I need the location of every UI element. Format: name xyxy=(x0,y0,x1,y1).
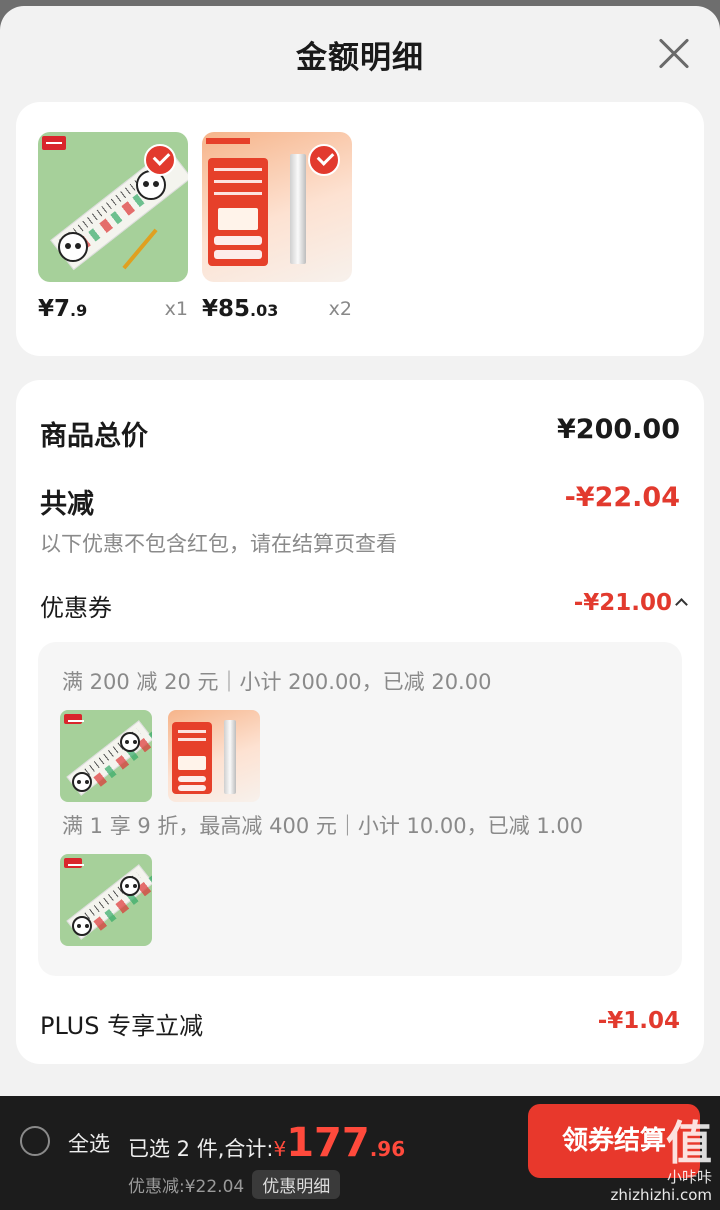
chevron-up-icon[interactable] xyxy=(675,598,688,611)
reduce-label: 共减 xyxy=(40,489,94,520)
price-detail-card: 商品总价 ¥200.00 共减 -¥22.04 以下优惠不包含红包，请在结算页查… xyxy=(16,380,704,1064)
sheet-header: 金额明细 xyxy=(0,6,720,102)
sheet-title: 金额明细 xyxy=(296,40,424,76)
selected-check-icon[interactable] xyxy=(144,144,176,176)
product-image-ram xyxy=(202,132,352,282)
select-all-label[interactable]: 全选 xyxy=(68,1128,110,1158)
product-item[interactable]: ¥85.03 x2 xyxy=(202,132,352,322)
discount-text: 优惠减:¥22.04 xyxy=(128,1177,245,1197)
selected-check-icon[interactable] xyxy=(308,144,340,176)
watermark-tag: 小咔咔 xyxy=(666,1168,712,1186)
pencil-illustration xyxy=(122,228,158,270)
coupon-product-thumb xyxy=(60,710,152,802)
product-card: ¥7.9 x1 ¥85.03 x2 xyxy=(16,102,704,356)
coupon-label: 优惠券 xyxy=(40,594,112,622)
plus-discount-value: -¥1.04 xyxy=(597,1008,680,1034)
coupon-product-thumb xyxy=(168,710,260,802)
ram-promo-label xyxy=(208,158,268,266)
total-price-value: ¥200.00 xyxy=(557,414,680,445)
total-price-label: 商品总价 xyxy=(40,421,148,452)
product-qty: x2 xyxy=(328,298,352,320)
brand-logo xyxy=(206,138,250,144)
close-icon[interactable] xyxy=(658,38,690,70)
product-qty: x1 xyxy=(164,298,188,320)
coupon-row[interactable]: 优惠券 -¥21.00 xyxy=(40,588,688,623)
coupon-product-thumb xyxy=(60,854,152,946)
selected-count-text: 已选 2 件,合计: xyxy=(128,1137,274,1161)
total-summary: 已选 2 件,合计:¥177.96 xyxy=(128,1120,405,1166)
plus-discount-row: PLUS 专享立减 -¥1.04 xyxy=(40,1006,680,1041)
discount-detail-button[interactable]: 优惠明细 xyxy=(252,1170,341,1199)
total-currency: ¥ xyxy=(273,1137,287,1161)
total-amount-int: 177 xyxy=(286,1120,370,1166)
ram-stick-illustration xyxy=(290,154,306,264)
total-amount-dec: .96 xyxy=(369,1137,406,1161)
plus-discount-label: PLUS 专享立减 xyxy=(40,1012,204,1040)
coupon-value: -¥21.00 xyxy=(573,590,672,616)
amount-detail-sheet: 金额明细 ¥7.9 x1 ¥85.03 x2 商品总价 ¥200.00 共减 -… xyxy=(0,6,720,1096)
reduce-note: 以下优惠不包含红包，请在结算页查看 xyxy=(40,532,397,556)
product-item[interactable]: ¥7.9 x1 xyxy=(38,132,188,322)
watermark-site: zhizhizhi.com xyxy=(610,1186,712,1204)
coupon-rule-text: 满 200 减 20 元｜小计 200.00，已减 20.00 xyxy=(62,670,492,694)
coupon-rule-text: 满 1 享 9 折，最高减 400 元｜小计 10.00，已减 1.00 xyxy=(62,814,584,838)
product-price: ¥7.9 xyxy=(38,296,88,322)
reduce-value: -¥22.04 xyxy=(564,482,680,513)
watermark: 值 小咔咔 zhizhizhi.com xyxy=(611,1118,712,1204)
total-price-row: 商品总价 ¥200.00 xyxy=(40,414,680,453)
product-image-ruler xyxy=(38,132,188,282)
checkout-bar: 全选 已选 2 件,合计:¥177.96 优惠减:¥22.04 优惠明细 领券结算… xyxy=(0,1096,720,1210)
select-all-radio[interactable] xyxy=(20,1126,50,1156)
coupon-detail-box: 满 200 减 20 元｜小计 200.00，已减 20.00 满 1 享 9 … xyxy=(38,642,682,976)
panda-figure xyxy=(58,232,88,262)
reduce-row: 共减 -¥22.04 xyxy=(40,482,680,521)
discount-summary: 优惠减:¥22.04 优惠明细 xyxy=(128,1170,341,1199)
product-price: ¥85.03 xyxy=(202,296,279,322)
watermark-logo: 值 xyxy=(666,1116,712,1170)
brand-logo xyxy=(42,136,66,150)
